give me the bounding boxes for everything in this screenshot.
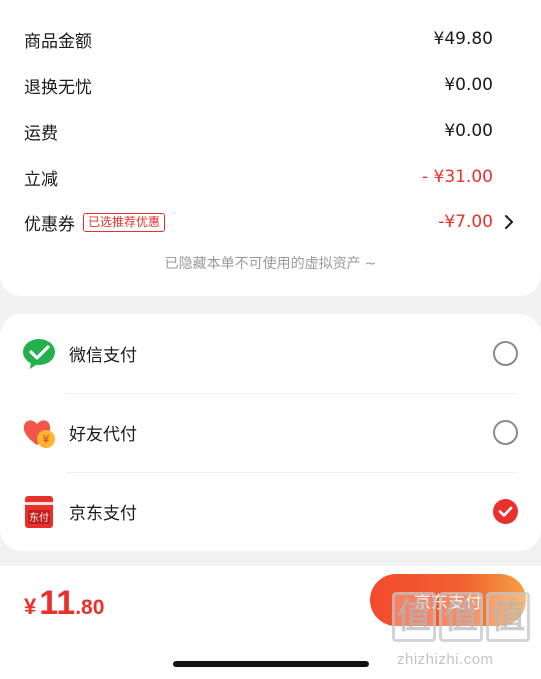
total-decimal: .80	[75, 596, 105, 619]
home-indicator[interactable]	[173, 661, 369, 667]
coupon-recommended-badge: 已选推荐优惠	[83, 212, 166, 232]
radio-unchecked[interactable]	[493, 341, 518, 366]
expand-icon: ~	[364, 256, 377, 272]
total-amount: ¥ 11 .80	[24, 584, 104, 623]
summary-row-return-guarantee: 退换无忧 ¥0.00	[24, 70, 493, 100]
summary-value: - ¥31.00	[421, 167, 493, 187]
summary-row-goods-amount: 商品金额 ¥49.80	[24, 24, 493, 54]
summary-value: ¥0.00	[444, 75, 493, 95]
radio-checked[interactable]	[493, 499, 518, 524]
payment-label: 好友代付	[69, 425, 137, 445]
payment-option-wechat[interactable]: 微信支付	[0, 314, 541, 393]
summary-label: 退换无忧	[24, 77, 92, 98]
summary-value: ¥0.00	[444, 121, 493, 141]
coupon-value: -¥7.00	[438, 212, 493, 232]
payment-option-jd-pay[interactable]: 东付 京东支付	[0, 472, 541, 551]
svg-text:¥: ¥	[43, 433, 50, 446]
payment-label: 微信支付	[69, 346, 137, 366]
watermark-char: 值	[392, 592, 436, 642]
coupon-label: 优惠券	[24, 214, 75, 235]
friend-pay-icon: ¥	[23, 419, 55, 448]
payment-option-friend-pay[interactable]: ¥ 好友代付	[0, 393, 541, 472]
total-integer: 11	[39, 584, 76, 622]
summary-label: 立减	[24, 169, 58, 190]
summary-label: 商品金额	[24, 31, 92, 52]
summary-row-instant-discount: 立减 - ¥31.00	[24, 162, 493, 192]
jd-pay-icon: 东付	[25, 495, 53, 528]
checkmark-icon	[498, 506, 513, 517]
watermark-char: 值	[486, 592, 530, 642]
watermark-url: zhizhizhi.com	[397, 651, 494, 668]
wechat-pay-icon	[23, 338, 55, 369]
chevron-right-icon[interactable]	[503, 214, 515, 230]
payment-methods-card: 微信支付 ¥ 好友代付 东付 京东支付	[0, 314, 541, 551]
summary-value: ¥49.80	[433, 29, 493, 49]
currency-symbol: ¥	[24, 594, 37, 619]
watermark-char: 值	[439, 592, 483, 642]
hidden-assets-toggle[interactable]: 已隐藏本单不可使用的虚拟资产 ~	[0, 253, 541, 273]
payment-label: 京东支付	[69, 504, 137, 524]
radio-unchecked[interactable]	[493, 420, 518, 445]
svg-text:东付: 东付	[29, 511, 49, 524]
summary-row-coupon[interactable]: 优惠券 已选推荐优惠 -¥7.00	[24, 207, 513, 237]
summary-row-shipping: 运费 ¥0.00	[24, 116, 493, 146]
summary-label: 运费	[24, 123, 58, 144]
summary-label: 优惠券 已选推荐优惠	[24, 210, 166, 235]
hidden-assets-text: 已隐藏本单不可使用的虚拟资产	[164, 256, 361, 272]
watermark-logo: 值 值 值	[392, 592, 530, 642]
price-summary-card: 商品金额 ¥49.80 退换无忧 ¥0.00 运费 ¥0.00 立减 - ¥31…	[0, 0, 541, 296]
